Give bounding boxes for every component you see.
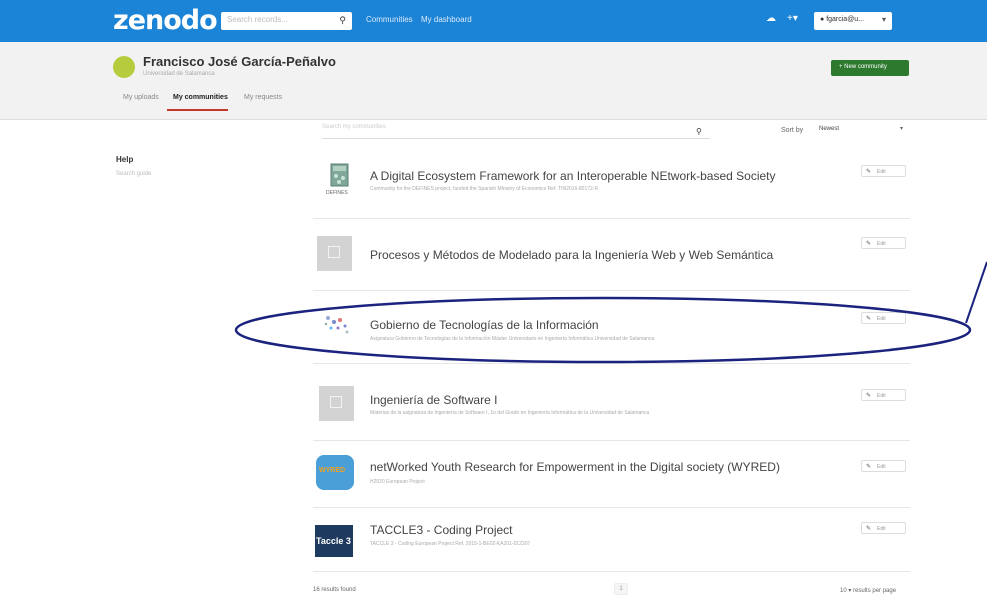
community-logo-defines[interactable]: DEFINES	[322, 162, 357, 197]
community-title[interactable]: A Digital Ecosystem Framework for an Int…	[370, 169, 776, 183]
results-count: 16 results found	[313, 587, 356, 593]
edit-label: Edit	[877, 241, 886, 247]
plus-icon[interactable]: +▾	[787, 13, 798, 24]
profile-subtitle: Universidad de Salamanca	[143, 71, 215, 77]
edit-icon: ✎	[866, 241, 872, 247]
community-logo-gti[interactable]	[320, 308, 355, 343]
community-title[interactable]: netWorked Youth Research for Empowerment…	[370, 460, 780, 474]
user-icon: ●	[820, 16, 825, 23]
global-search-input[interactable]: Search records... ⚲	[221, 12, 352, 30]
row-divider	[313, 363, 910, 364]
nav-my-dashboard[interactable]: My dashboard	[421, 15, 472, 24]
sidebar-search-guide-link[interactable]: Search guide	[116, 171, 151, 177]
image-placeholder-icon	[330, 396, 342, 408]
sort-select[interactable]: Newest ▾	[816, 122, 908, 136]
edit-button[interactable]: ✎ Edit	[861, 165, 906, 177]
user-menu[interactable]: ● fgarcia@u... ▾	[814, 12, 892, 30]
pagination-page[interactable]: 1	[614, 583, 628, 595]
community-logo-taccle3[interactable]: Taccle 3	[315, 525, 353, 557]
community-title[interactable]: TACCLE3 - Coding Project	[370, 523, 513, 537]
edit-label: Edit	[877, 526, 886, 532]
community-description: TACCLE 3 - Coding European Project Ref. …	[370, 541, 531, 547]
user-label: fgarcia@u...	[826, 16, 865, 23]
edit-button[interactable]: ✎ Edit	[861, 389, 906, 401]
community-title[interactable]: Gobierno de Tecnologías de la Informació…	[370, 318, 599, 332]
taccle3-logo-text: Taccle 3	[316, 536, 351, 546]
results-per-page-select[interactable]: 10 ▾ results per page	[840, 587, 896, 594]
wyred-logo-text: WYRED	[319, 467, 346, 474]
community-description: H2020 European Project	[370, 479, 425, 485]
community-title[interactable]: Procesos y Métodos de Modelado para la I…	[370, 248, 773, 262]
global-search-placeholder: Search records...	[227, 15, 288, 24]
row-divider	[313, 440, 910, 441]
edit-icon: ✎	[866, 316, 872, 322]
edit-button[interactable]: ✎ Edit	[861, 460, 906, 472]
chevron-down-icon: ▾	[881, 15, 886, 24]
profile-name: Francisco José García-Peñalvo	[143, 54, 336, 69]
edit-icon: ✎	[866, 169, 872, 175]
sort-value: Newest	[819, 126, 840, 132]
thumb-label: DEFINES	[326, 190, 348, 196]
chevron-down-icon: ▾	[899, 126, 903, 132]
tab-my-requests[interactable]: My requests	[244, 94, 282, 101]
community-description: Community for the DEFINES project, funde…	[370, 186, 599, 192]
search-icon[interactable]: ⚲	[339, 15, 346, 26]
edit-icon: ✎	[866, 464, 872, 470]
image-placeholder-icon	[328, 246, 340, 258]
community-search-input[interactable]: Search my communities	[322, 124, 710, 139]
community-description: Asignatura Gobierno de Tecnologías de la…	[370, 336, 655, 342]
edit-icon: ✎	[866, 526, 872, 532]
edit-button[interactable]: ✎ Edit	[861, 522, 906, 534]
edit-label: Edit	[877, 169, 886, 175]
community-description: Materias de la asignatura de Ingeniería …	[370, 410, 650, 416]
community-logo-wyred[interactable]: WYRED	[316, 455, 354, 490]
tab-my-uploads[interactable]: My uploads	[123, 94, 159, 101]
avatar	[113, 56, 135, 78]
community-logo-placeholder[interactable]	[319, 386, 354, 421]
zenodo-logo[interactable]: zenodo	[113, 5, 218, 36]
upload-icon[interactable]: ☁	[766, 13, 776, 24]
edit-label: Edit	[877, 464, 886, 470]
sort-label: Sort by	[781, 127, 804, 134]
edit-label: Edit	[877, 316, 886, 322]
active-tab-indicator	[167, 109, 228, 111]
edit-button[interactable]: ✎ Edit	[861, 312, 906, 324]
row-divider	[313, 571, 910, 572]
search-icon[interactable]: ⚲	[696, 127, 702, 136]
tab-my-communities[interactable]: My communities	[173, 94, 228, 101]
edit-label: Edit	[877, 393, 886, 399]
edit-icon: ✎	[866, 393, 872, 399]
new-community-button[interactable]: + New community	[831, 60, 909, 76]
community-title[interactable]: Ingeniería de Software I	[370, 393, 497, 407]
row-divider	[313, 218, 910, 219]
community-logo-placeholder[interactable]	[317, 236, 352, 271]
row-divider	[313, 290, 910, 291]
nav-communities[interactable]: Communities	[366, 15, 413, 24]
row-divider	[313, 507, 910, 508]
network-dots-logo	[324, 316, 349, 334]
edit-button[interactable]: ✎ Edit	[861, 237, 906, 249]
sidebar-help-heading: Help	[116, 155, 134, 164]
